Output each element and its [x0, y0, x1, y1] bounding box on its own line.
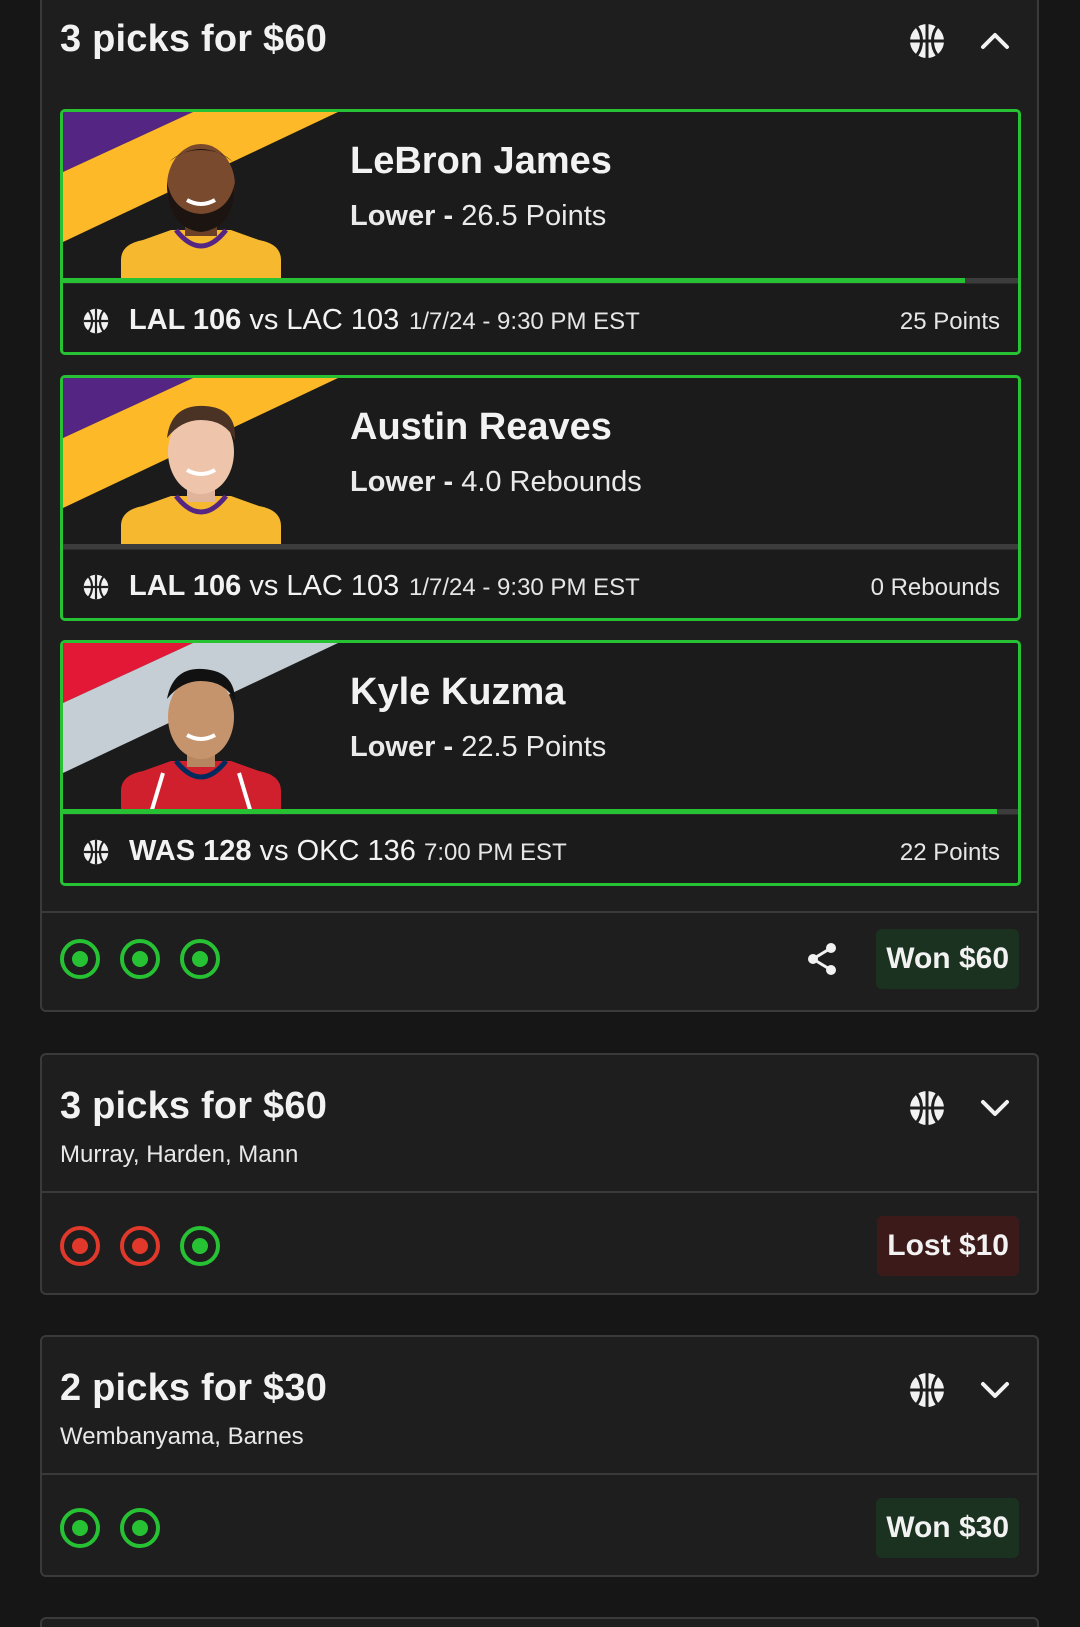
basketball-icon — [909, 1372, 945, 1408]
parlay-card-2[interactable]: 3 picks for $60 Murray, Harden, Mann Los… — [40, 1053, 1039, 1295]
team-away-score: LAC 103 — [286, 570, 400, 602]
pick-line: Lower - 22.5 Points — [350, 731, 606, 764]
card-divider — [42, 1473, 1037, 1475]
player-name: Kyle Kuzma — [350, 671, 566, 713]
team-home-score: LAL 106 — [129, 570, 242, 602]
player-photo — [121, 668, 281, 813]
result-dot — [60, 1226, 100, 1266]
result-dot — [180, 939, 220, 979]
game-info-row: WAS 128 vs OKC 136 7:00 PM EST 22 Points — [63, 814, 1018, 883]
pick-direction: Lower - — [350, 200, 454, 232]
game-info-row: LAL 106 vs LAC 103 1/7/24 - 9:30 PM EST … — [63, 549, 1018, 618]
game-score: WAS 128 vs OKC 136 — [129, 835, 416, 868]
outcome-badge: Lost $10 — [877, 1216, 1019, 1276]
game-time: 7:00 PM EST — [424, 839, 567, 866]
result-dot — [60, 939, 100, 979]
game-time: 1/7/24 - 9:30 PM EST — [409, 308, 640, 335]
result-dot — [120, 1226, 160, 1266]
pick-card[interactable]: Kyle Kuzma Lower - 22.5 Points WAS 128 v… — [60, 640, 1021, 886]
player-name: Austin Reaves — [350, 406, 612, 448]
basketball-icon — [83, 839, 109, 865]
team-away-score: OKC 136 — [296, 835, 416, 867]
parlay-card-3[interactable]: 2 picks for $30 Wembanyama, Barnes Won $… — [40, 1335, 1039, 1577]
chevron-down-icon[interactable] — [977, 1372, 1013, 1408]
player-name: LeBron James — [350, 140, 612, 182]
share-icon[interactable] — [804, 941, 840, 977]
pick-projection: 26.5 Points — [461, 200, 607, 232]
pick-projection: 4.0 Rebounds — [461, 466, 642, 498]
result-indicators — [60, 939, 240, 983]
result-dot — [180, 1226, 220, 1266]
card-divider — [42, 911, 1037, 913]
vs-label: vs — [259, 835, 289, 867]
card-title: 2 picks for $30 — [60, 1367, 328, 1409]
pick-card[interactable]: LeBron James Lower - 26.5 Points LAL 106… — [60, 109, 1021, 355]
result-indicators — [60, 1508, 180, 1552]
parlay-card-1[interactable]: 3 picks for $60 LeBron James Lower - 26.… — [40, 0, 1039, 1012]
player-photo — [121, 144, 281, 282]
pick-projection: 22.5 Points — [461, 731, 607, 763]
game-info-row: LAL 106 vs LAC 103 1/7/24 - 9:30 PM EST … — [63, 283, 1018, 352]
parlay-card-4[interactable] — [40, 1617, 1039, 1627]
team-home-score: WAS 128 — [129, 835, 252, 867]
outcome-badge: Won $60 — [876, 929, 1019, 989]
actual-stat: 22 Points — [899, 839, 1000, 866]
player-photo — [121, 405, 281, 548]
outcome-badge: Won $30 — [876, 1498, 1019, 1558]
pick-line: Lower - 26.5 Points — [350, 200, 606, 233]
pick-direction: Lower - — [350, 731, 454, 763]
team-home-score: LAL 106 — [129, 304, 242, 336]
card-title: 3 picks for $60 — [60, 18, 328, 60]
actual-stat: 0 Rebounds — [870, 574, 1000, 601]
card-header[interactable]: 3 picks for $60 — [42, 0, 1037, 90]
card-players-summary: Murray, Harden, Mann — [60, 1141, 299, 1168]
chevron-down-icon[interactable] — [977, 1090, 1013, 1126]
card-players-summary: Wembanyama, Barnes — [60, 1423, 304, 1450]
card-header[interactable]: 2 picks for $30 Wembanyama, Barnes — [42, 1337, 1037, 1471]
pick-direction: Lower - — [350, 466, 454, 498]
result-indicators — [60, 1226, 240, 1270]
basketball-icon — [909, 1090, 945, 1126]
pick-card[interactable]: Austin Reaves Lower - 4.0 Rebounds LAL 1… — [60, 375, 1021, 621]
vs-label: vs — [249, 570, 279, 602]
result-dot — [60, 1508, 100, 1548]
card-divider — [42, 1191, 1037, 1193]
chevron-up-icon[interactable] — [977, 23, 1013, 59]
actual-stat: 25 Points — [899, 308, 1000, 335]
pick-line: Lower - 4.0 Rebounds — [350, 466, 642, 499]
vs-label: vs — [249, 304, 279, 336]
card-header[interactable]: 3 picks for $60 Murray, Harden, Mann — [42, 1055, 1037, 1189]
card-title: 3 picks for $60 — [60, 1085, 328, 1127]
game-time: 1/7/24 - 9:30 PM EST — [409, 574, 640, 601]
result-dot — [120, 1508, 160, 1548]
game-score: LAL 106 vs LAC 103 — [129, 304, 399, 337]
game-score: LAL 106 vs LAC 103 — [129, 570, 399, 603]
basketball-icon — [83, 574, 109, 600]
basketball-icon — [83, 308, 109, 334]
basketball-icon — [909, 23, 945, 59]
team-away-score: LAC 103 — [286, 304, 400, 336]
result-dot — [120, 939, 160, 979]
